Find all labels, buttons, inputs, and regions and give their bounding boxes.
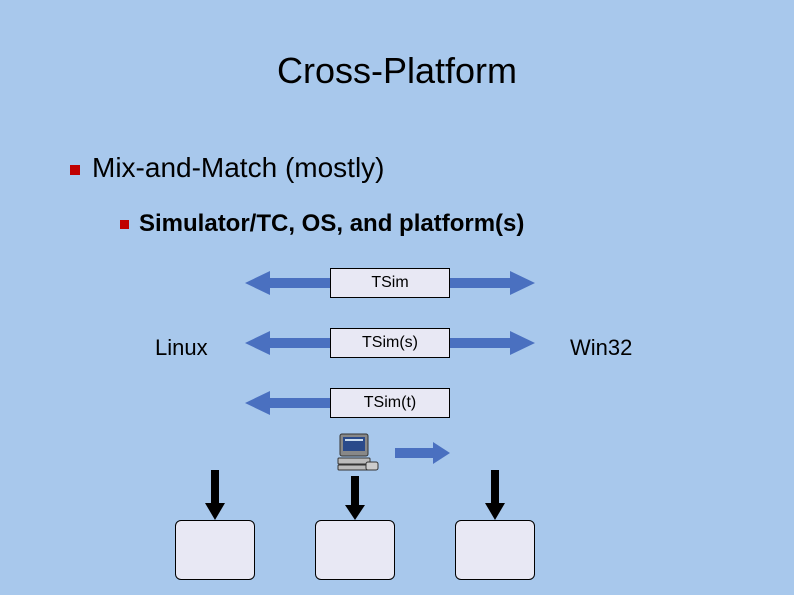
box-tsims: TSim(s): [330, 328, 450, 358]
arrow-right-icon: [450, 328, 535, 358]
slide-title: Cross-Platform: [0, 50, 794, 92]
arrow-right-icon: [395, 440, 450, 466]
label-linux: Linux: [155, 335, 208, 361]
arrow-right-icon: [450, 268, 535, 298]
bullet-level-2: Simulator/TC, OS, and platform(s): [120, 210, 524, 238]
label-win32: Win32: [570, 335, 632, 361]
box-tsimt: TSim(t): [330, 388, 450, 418]
arrow-down-icon: [343, 476, 367, 520]
arrow-down-icon: [483, 470, 507, 520]
arrow-left-icon: [245, 268, 330, 298]
box-tsim: TSim: [330, 268, 450, 298]
platform-box: [455, 520, 535, 580]
bullet-level-1: Mix-and-Match (mostly): [70, 152, 384, 184]
platform-box: [175, 520, 255, 580]
computer-icon: [336, 432, 380, 472]
platform-box: [315, 520, 395, 580]
arrow-left-icon: [245, 388, 330, 418]
arrow-left-icon: [245, 328, 330, 358]
arrow-down-icon: [203, 470, 227, 520]
